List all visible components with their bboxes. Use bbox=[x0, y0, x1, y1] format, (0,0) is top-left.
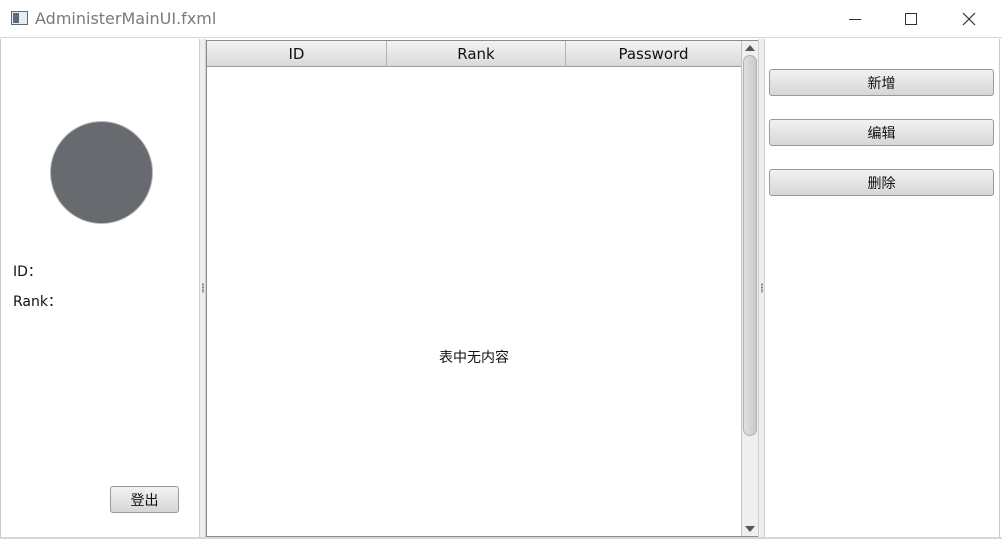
maximize-icon bbox=[905, 13, 917, 25]
grip-handle-icon bbox=[202, 283, 204, 293]
logout-button[interactable]: 登出 bbox=[110, 486, 179, 513]
vertical-scrollbar[interactable] bbox=[741, 41, 758, 536]
delete-button[interactable]: 删除 bbox=[769, 169, 994, 196]
grip-handle-icon bbox=[761, 283, 763, 293]
column-header-password[interactable]: Password bbox=[566, 41, 741, 67]
scroll-down-icon[interactable] bbox=[745, 526, 755, 532]
table-empty-placeholder: 表中无内容 bbox=[439, 350, 509, 366]
avatar bbox=[50, 121, 153, 224]
maximize-button[interactable] bbox=[888, 0, 934, 38]
split-divider-left[interactable] bbox=[199, 39, 206, 539]
column-header-rank[interactable]: Rank bbox=[387, 41, 566, 67]
right-panel: 新增 编辑 删除 bbox=[765, 39, 1000, 539]
id-label: ID： bbox=[13, 264, 42, 280]
minimize-icon bbox=[849, 18, 861, 20]
app-window-icon bbox=[11, 11, 28, 25]
left-panel: ID： Rank： 登出 bbox=[0, 39, 200, 539]
split-divider-right[interactable] bbox=[758, 39, 765, 539]
edit-button[interactable]: 编辑 bbox=[769, 119, 994, 146]
table-header: ID Rank Password bbox=[207, 41, 741, 67]
admin-table[interactable]: ID Rank Password 表中无内容 bbox=[206, 40, 759, 537]
add-button[interactable]: 新增 bbox=[769, 69, 994, 96]
close-button[interactable] bbox=[946, 0, 992, 38]
minimize-button[interactable] bbox=[832, 0, 878, 38]
rank-label: Rank： bbox=[13, 294, 62, 310]
close-icon bbox=[962, 12, 976, 26]
scroll-up-icon[interactable] bbox=[745, 45, 755, 51]
title-bar: AdministerMainUI.fxml bbox=[0, 0, 1002, 38]
window-title: AdministerMainUI.fxml bbox=[35, 9, 217, 28]
column-header-id[interactable]: ID bbox=[207, 41, 387, 67]
scrollbar-thumb[interactable] bbox=[743, 55, 757, 436]
